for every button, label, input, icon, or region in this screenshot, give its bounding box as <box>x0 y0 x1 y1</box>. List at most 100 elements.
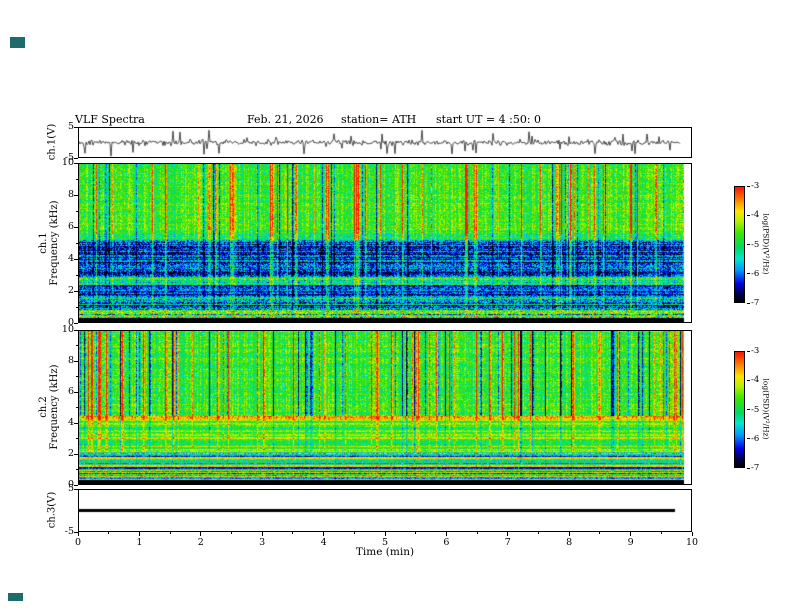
ch1-spec-ytick-mark <box>74 226 78 228</box>
ch1-waveform-canvas <box>79 128 691 157</box>
time-minor-tick-mark <box>231 532 232 534</box>
ch1-spec-ytick-mark <box>74 322 78 324</box>
time-minor-tick-mark <box>415 532 417 534</box>
ch2-spec-yminor-mark <box>76 345 78 346</box>
ch1-spec-ytick-label: 8 <box>67 189 74 200</box>
ch2-frequency-axis-label: ch.2 Frequency (kHz) <box>38 364 60 449</box>
time-minor-tick-mark <box>169 532 171 534</box>
colorbar-tick-mark <box>747 185 750 187</box>
plot-station: station= ATH <box>341 113 417 126</box>
time-tick-label: 10 <box>685 537 699 548</box>
ch1-frequency-axis-label: ch.1 Frequency (kHz) <box>38 200 60 285</box>
plot-start-ut: start UT = 4 :50: 0 <box>436 113 542 126</box>
ch3-waveform-canvas <box>79 490 691 531</box>
ch1-spectrogram-canvas <box>79 164 691 322</box>
colorbar-tick-label: -4 <box>751 210 760 221</box>
ch2-spec-ytick-label: 6 <box>67 386 74 397</box>
time-tick-mark <box>384 532 386 536</box>
ch2-channel-label: ch.2 <box>38 396 49 418</box>
time-tick-mark <box>445 532 447 536</box>
ch1-spec-ytick-mark <box>74 194 78 196</box>
time-tick-label: 5 <box>381 537 389 548</box>
ch1-spec-yminor-mark <box>76 210 78 212</box>
ch2-spec-ytick-mark <box>74 422 78 424</box>
colorbar-tick-mark <box>747 409 750 410</box>
ch2-spec-yminor-mark <box>76 469 78 470</box>
time-tick-mark <box>507 532 509 536</box>
colorbar-tick-label: -3 <box>751 346 760 356</box>
ch2-spec-ytick-mark <box>74 484 78 486</box>
colorbar-tick-mark <box>747 467 750 469</box>
ch1-spec-ytick-label: 10 <box>61 157 74 168</box>
ch1-spec-yminor-mark <box>76 242 78 244</box>
time-tick-label: 9 <box>627 537 634 548</box>
time-minor-tick-mark <box>353 532 355 534</box>
ch2-frequency-unit-label: Frequency (kHz) <box>49 364 60 450</box>
ch2-spec-ytick-mark <box>74 329 78 331</box>
time-tick-mark <box>323 532 325 536</box>
time-tick-label: 2 <box>197 537 204 548</box>
colorbar-tick-label: -5 <box>751 239 760 250</box>
plot-date: Feb. 21, 2026 <box>247 113 324 126</box>
colorbar-tick-label: -7 <box>751 298 760 308</box>
colorbar-tick-label: -3 <box>751 181 760 191</box>
ch2-spec-ytick-mark <box>74 391 78 393</box>
vlf-spectra-figure: VLF Spectra Feb. 21, 2026 station= ATH s… <box>0 0 792 612</box>
colorbar-ch1 <box>734 186 745 303</box>
colorbar-tick-label: -6 <box>751 433 760 444</box>
colorbar-tick-label: -7 <box>751 463 760 473</box>
time-tick-label: 4 <box>320 537 327 548</box>
ch2-spec-ytick-label: 10 <box>61 324 74 335</box>
ch2-spec-ytick-mark <box>74 360 78 362</box>
ch2-spec-ytick-label: 8 <box>67 355 74 366</box>
ch1-wave-ytick-label: 5 <box>67 121 74 132</box>
time-tick-label: 6 <box>443 537 450 548</box>
time-minor-tick-mark <box>599 532 601 534</box>
ch1-spec-ytick-mark <box>74 162 78 164</box>
colorbar-tick-mark <box>747 244 750 245</box>
ch2-spec-ytick-mark <box>74 453 78 455</box>
time-minor-tick-mark <box>538 532 539 534</box>
time-tick-mark <box>138 532 140 536</box>
time-tick-mark <box>691 532 693 536</box>
time-tick-mark <box>261 532 263 536</box>
ch3-voltage-axis-label: ch.3(V) <box>46 491 58 529</box>
ch2-spec-ytick-label: 2 <box>67 448 74 459</box>
time-minor-tick-mark <box>292 532 294 534</box>
time-tick-mark <box>568 532 570 536</box>
colorbar-tick-label: -6 <box>751 268 760 279</box>
colorbar-tick-mark <box>747 438 750 440</box>
colorbar-tick-mark <box>747 350 750 352</box>
ch1-spec-ytick-label: 4 <box>67 253 74 264</box>
time-tick-label: 8 <box>566 537 573 548</box>
ch2-spec-yminor-mark <box>76 407 78 408</box>
colorbar-tick-mark <box>747 214 750 216</box>
ch1-spec-ytick-label: 2 <box>67 285 74 296</box>
colorbar-tick-mark <box>747 273 750 275</box>
ch1-spec-yminor-mark <box>76 178 78 180</box>
ch1-waveform-panel <box>78 127 692 158</box>
ch1-spec-ytick-mark <box>74 290 78 292</box>
ch3-wave-ytick-label: -5 <box>64 526 74 537</box>
screen-artifact-top-left <box>10 37 25 48</box>
ch1-wave-ytick-mark <box>74 157 78 159</box>
ch2-spectrogram-canvas <box>79 331 691 484</box>
screen-artifact-bottom-left <box>8 593 23 601</box>
colorbar-tick-label: -4 <box>751 375 760 386</box>
plot-title: VLF Spectra <box>75 113 145 126</box>
time-tick-label: 0 <box>74 537 82 548</box>
time-tick-label: 7 <box>504 537 511 548</box>
colorbar-tick-label: -5 <box>751 404 760 415</box>
ch1-spec-yminor-mark <box>76 274 78 276</box>
time-tick-mark <box>200 532 202 536</box>
ch1-spec-ytick-mark <box>74 258 78 260</box>
time-tick-label: 3 <box>259 537 266 548</box>
colorbar-ch2 <box>734 351 745 468</box>
colorbar-tick-mark <box>747 379 750 381</box>
ch2-spec-yminor-mark <box>76 438 78 439</box>
ch1-spec-yminor-mark <box>76 306 78 308</box>
time-minor-tick-mark <box>660 532 662 534</box>
ch1-spec-ytick-label: 6 <box>67 221 74 232</box>
time-minor-tick-mark <box>476 532 478 534</box>
ch1-channel-label: ch.1 <box>38 232 49 254</box>
